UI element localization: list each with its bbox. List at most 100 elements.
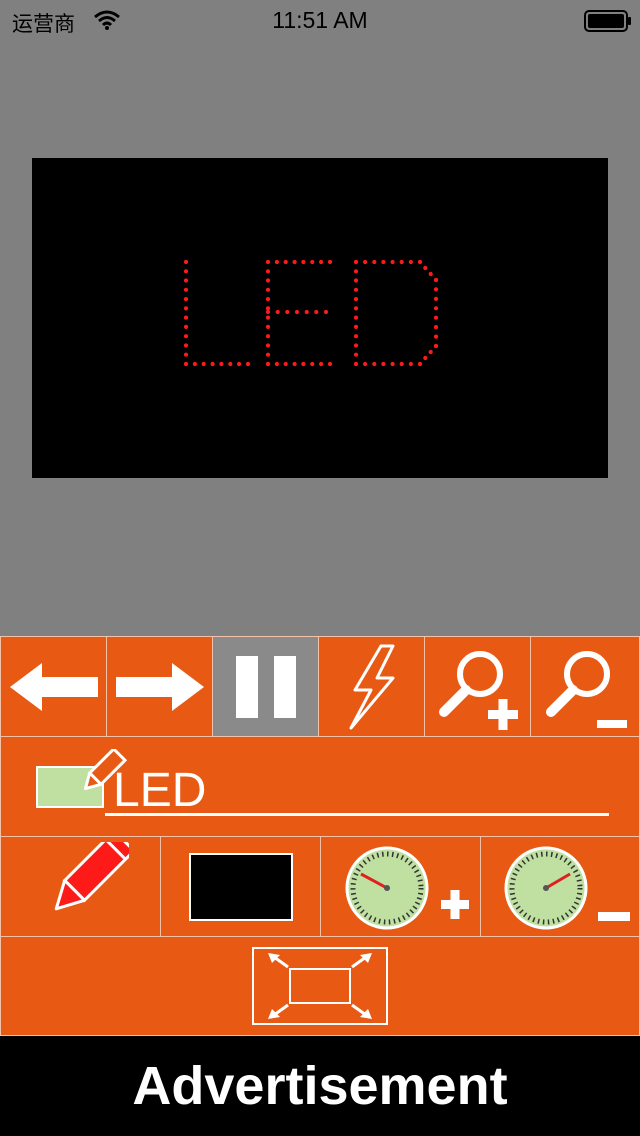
pencil-icon [54,841,129,910]
led-dot [353,259,359,265]
led-dot [433,296,439,301]
led-dot [353,343,359,348]
led-dot [323,309,329,315]
led-dot [183,334,189,339]
led-dot [274,361,279,367]
led-dot [433,277,439,283]
led-dot [183,297,189,302]
led-dot [327,259,333,265]
led-dot [319,361,324,367]
led-dot [183,259,189,265]
led-dot [327,361,333,367]
led-dot [353,315,359,320]
advertisement-label: Advertisement [132,1056,508,1116]
led-dot [183,287,189,292]
led-dot [183,306,189,311]
led-dot [283,259,288,265]
led-dot [353,306,359,311]
led-dot [265,259,271,265]
speed-up-button[interactable] [320,836,481,937]
scroll-left-button[interactable] [0,636,107,737]
led-dot [353,287,359,292]
led-dot [381,259,386,265]
speedometer-plus-icon [345,846,469,929]
fullscreen-icon[interactable] [252,947,388,1025]
led-dot [372,361,377,367]
led-dot [265,315,271,320]
led-dot [183,343,189,348]
speed-down-button[interactable] [480,836,640,937]
led-dot [353,278,359,283]
led-dot [245,361,251,367]
led-dot [372,259,377,265]
led-dot [192,361,197,367]
led-dot [408,361,413,367]
led-dot [274,259,279,265]
flash-button[interactable] [318,636,425,737]
led-dot [390,361,395,367]
zoom-out-button[interactable] [530,636,640,737]
led-dot [294,309,300,315]
zoom-in-button[interactable] [424,636,531,737]
led-dot [210,361,215,367]
text-color-button[interactable] [0,836,161,937]
led-dot [183,269,189,274]
led-dot [301,259,306,265]
color-swatch-icon [188,852,293,921]
led-dot [265,343,271,348]
led-dot [433,287,439,292]
status-time: 11:51 AM [272,7,368,33]
led-dot [314,309,319,315]
arrow-right-icon [115,662,204,711]
led-dot [381,361,386,367]
scroll-right-button[interactable] [106,636,213,737]
led-dot [433,325,439,330]
led-dot [319,259,324,265]
led-dot [265,309,271,315]
led-dot [237,361,242,367]
led-dot [183,315,189,320]
battery-icon [584,10,631,32]
led-dot [423,265,428,271]
led-dot [183,361,189,367]
led-dot [219,361,224,367]
led-dot [390,259,395,265]
zoom-in-icon [438,650,518,730]
led-dot [304,309,309,315]
led-dot [228,361,233,367]
led-dot [399,259,404,265]
led-dot [265,306,271,311]
led-dot [433,343,439,349]
led-dot [363,259,368,265]
led-dot [433,306,439,311]
pause-button[interactable] [212,636,319,737]
fullscreen-row [0,936,640,1036]
led-text-input[interactable]: LED [113,765,206,817]
led-dot [353,269,359,274]
led-dot [433,315,439,320]
led-dot [183,278,189,283]
led-dot-matrix [183,259,439,367]
led-dot [292,361,297,367]
text-input-row[interactable]: LED [0,736,640,837]
led-dot [363,361,368,367]
lightning-icon [349,644,394,729]
led-dot [265,287,271,292]
led-dot [408,259,413,265]
led-dot [310,361,315,367]
status-bar: 运营商 11:51 AM [0,0,640,40]
led-dot [183,352,189,357]
pause-icon [235,655,296,718]
led-dot [417,361,423,367]
background-color-button[interactable] [160,836,321,937]
led-dot [428,349,433,355]
led-dot [353,361,359,367]
led-dot [433,334,439,339]
advertisement-banner[interactable]: Advertisement [0,1036,640,1136]
led-dot [353,297,359,302]
led-dot [265,361,271,367]
led-dot [353,324,359,329]
led-dot [285,309,290,315]
led-dot [201,361,206,367]
led-dot [275,309,280,315]
